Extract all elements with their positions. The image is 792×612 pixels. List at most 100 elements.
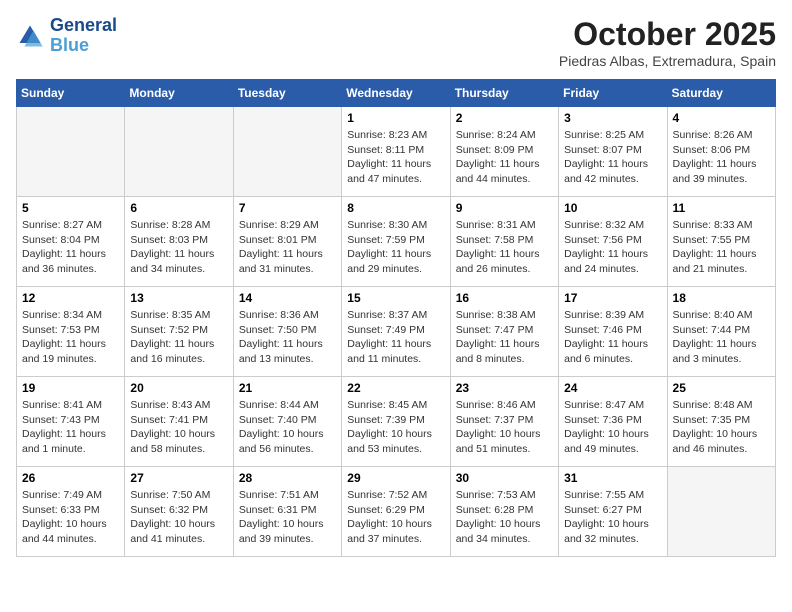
day-info: Sunrise: 8:23 AM Sunset: 8:11 PM Dayligh… (347, 128, 444, 187)
calendar-cell: 12 Sunrise: 8:34 AM Sunset: 7:53 PM Dayli… (17, 287, 125, 377)
weekday-header-wednesday: Wednesday (342, 80, 450, 107)
day-number: 11 (673, 201, 770, 215)
calendar-cell: 3 Sunrise: 8:25 AM Sunset: 8:07 PM Daylig… (559, 107, 667, 197)
calendar-cell: 5Sunrise: 8:27 AM Sunset: 8:04 PM Daylig… (17, 197, 125, 287)
week-row-1: 1 Sunrise: 8:23 AM Sunset: 8:11 PM Daylig… (17, 107, 776, 197)
calendar-table: SundayMondayTuesdayWednesdayThursdayFrid… (16, 79, 776, 557)
calendar-cell: 9 Sunrise: 8:31 AM Sunset: 7:58 PM Daylig… (450, 197, 558, 287)
day-info: Sunrise: 8:31 AM Sunset: 7:58 PM Dayligh… (456, 218, 553, 277)
day-info: Sunrise: 8:46 AM Sunset: 7:37 PM Dayligh… (456, 398, 553, 457)
logo-text: General Blue (50, 16, 117, 56)
calendar-cell: 24Sunrise: 8:47 AM Sunset: 7:36 PM Dayli… (559, 377, 667, 467)
day-number: 31 (564, 471, 661, 485)
calendar-cell: 23 Sunrise: 8:46 AM Sunset: 7:37 PM Dayli… (450, 377, 558, 467)
weekday-header-row: SundayMondayTuesdayWednesdayThursdayFrid… (17, 80, 776, 107)
day-info: Sunrise: 8:25 AM Sunset: 8:07 PM Dayligh… (564, 128, 661, 187)
day-number: 12 (22, 291, 119, 305)
calendar-cell: 26Sunrise: 7:49 AM Sunset: 6:33 PM Dayli… (17, 467, 125, 557)
weekday-header-tuesday: Tuesday (233, 80, 341, 107)
day-info: Sunrise: 8:33 AM Sunset: 7:55 PM Dayligh… (673, 218, 770, 277)
day-info: Sunrise: 7:51 AM Sunset: 6:31 PM Dayligh… (239, 488, 336, 547)
day-number: 25 (673, 381, 770, 395)
calendar-cell (667, 467, 775, 557)
calendar-cell: 30 Sunrise: 7:53 AM Sunset: 6:28 PM Dayli… (450, 467, 558, 557)
day-number: 21 (239, 381, 336, 395)
day-number: 1 (347, 111, 444, 125)
day-info: Sunrise: 8:38 AM Sunset: 7:47 PM Dayligh… (456, 308, 553, 367)
week-row-5: 26Sunrise: 7:49 AM Sunset: 6:33 PM Dayli… (17, 467, 776, 557)
calendar-cell: 31 Sunrise: 7:55 AM Sunset: 6:27 PM Dayli… (559, 467, 667, 557)
day-info: Sunrise: 7:50 AM Sunset: 6:32 PM Dayligh… (130, 488, 227, 547)
calendar-cell: 14 Sunrise: 8:36 AM Sunset: 7:50 PM Dayli… (233, 287, 341, 377)
calendar-cell: 1 Sunrise: 8:23 AM Sunset: 8:11 PM Daylig… (342, 107, 450, 197)
logo-icon (16, 22, 44, 50)
calendar-cell (17, 107, 125, 197)
day-number: 28 (239, 471, 336, 485)
day-number: 17 (564, 291, 661, 305)
day-info: Sunrise: 7:55 AM Sunset: 6:27 PM Dayligh… (564, 488, 661, 547)
title-block: October 2025 Piedras Albas, Extremadura,… (559, 16, 776, 69)
day-number: 30 (456, 471, 553, 485)
day-number: 19 (22, 381, 119, 395)
day-number: 14 (239, 291, 336, 305)
calendar-cell: 19 Sunrise: 8:41 AM Sunset: 7:43 PM Dayli… (17, 377, 125, 467)
calendar-cell: 4Sunrise: 8:26 AM Sunset: 8:06 PM Daylig… (667, 107, 775, 197)
day-number: 3 (564, 111, 661, 125)
calendar-cell: 21Sunrise: 8:44 AM Sunset: 7:40 PM Dayli… (233, 377, 341, 467)
calendar-cell: 29 Sunrise: 7:52 AM Sunset: 6:29 PM Dayli… (342, 467, 450, 557)
calendar-cell: 18 Sunrise: 8:40 AM Sunset: 7:44 PM Dayli… (667, 287, 775, 377)
day-number: 29 (347, 471, 444, 485)
calendar-cell: 7Sunrise: 8:29 AM Sunset: 8:01 PM Daylig… (233, 197, 341, 287)
day-number: 20 (130, 381, 227, 395)
day-info: Sunrise: 8:32 AM Sunset: 7:56 PM Dayligh… (564, 218, 661, 277)
day-info: Sunrise: 8:39 AM Sunset: 7:46 PM Dayligh… (564, 308, 661, 367)
page-header: General Blue October 2025 Piedras Albas,… (16, 16, 776, 69)
day-info: Sunrise: 8:35 AM Sunset: 7:52 PM Dayligh… (130, 308, 227, 367)
day-number: 27 (130, 471, 227, 485)
day-info: Sunrise: 8:40 AM Sunset: 7:44 PM Dayligh… (673, 308, 770, 367)
day-info: Sunrise: 8:48 AM Sunset: 7:35 PM Dayligh… (673, 398, 770, 457)
calendar-cell: 27 Sunrise: 7:50 AM Sunset: 6:32 PM Dayli… (125, 467, 233, 557)
day-info: Sunrise: 8:24 AM Sunset: 8:09 PM Dayligh… (456, 128, 553, 187)
day-info: Sunrise: 8:43 AM Sunset: 7:41 PM Dayligh… (130, 398, 227, 457)
day-number: 15 (347, 291, 444, 305)
day-info: Sunrise: 8:47 AM Sunset: 7:36 PM Dayligh… (564, 398, 661, 457)
day-number: 6 (130, 201, 227, 215)
calendar-cell: 10 Sunrise: 8:32 AM Sunset: 7:56 PM Dayli… (559, 197, 667, 287)
day-info: Sunrise: 8:41 AM Sunset: 7:43 PM Dayligh… (22, 398, 119, 457)
week-row-2: 5Sunrise: 8:27 AM Sunset: 8:04 PM Daylig… (17, 197, 776, 287)
weekday-header-monday: Monday (125, 80, 233, 107)
calendar-cell: 8 Sunrise: 8:30 AM Sunset: 7:59 PM Daylig… (342, 197, 450, 287)
day-info: Sunrise: 7:53 AM Sunset: 6:28 PM Dayligh… (456, 488, 553, 547)
day-number: 9 (456, 201, 553, 215)
day-info: Sunrise: 8:45 AM Sunset: 7:39 PM Dayligh… (347, 398, 444, 457)
weekday-header-saturday: Saturday (667, 80, 775, 107)
calendar-cell: 13Sunrise: 8:35 AM Sunset: 7:52 PM Dayli… (125, 287, 233, 377)
day-info: Sunrise: 8:36 AM Sunset: 7:50 PM Dayligh… (239, 308, 336, 367)
weekday-header-friday: Friday (559, 80, 667, 107)
calendar-cell: 20 Sunrise: 8:43 AM Sunset: 7:41 PM Dayli… (125, 377, 233, 467)
week-row-4: 19 Sunrise: 8:41 AM Sunset: 7:43 PM Dayli… (17, 377, 776, 467)
calendar-cell (125, 107, 233, 197)
logo: General Blue (16, 16, 117, 56)
day-number: 23 (456, 381, 553, 395)
logo-line1: General (50, 16, 117, 36)
calendar-cell (233, 107, 341, 197)
day-info: Sunrise: 8:30 AM Sunset: 7:59 PM Dayligh… (347, 218, 444, 277)
location: Piedras Albas, Extremadura, Spain (559, 53, 776, 69)
calendar-cell: 25 Sunrise: 8:48 AM Sunset: 7:35 PM Dayli… (667, 377, 775, 467)
day-info: Sunrise: 8:27 AM Sunset: 8:04 PM Dayligh… (22, 218, 119, 277)
calendar-cell: 17 Sunrise: 8:39 AM Sunset: 7:46 PM Dayli… (559, 287, 667, 377)
day-info: Sunrise: 8:37 AM Sunset: 7:49 PM Dayligh… (347, 308, 444, 367)
day-number: 2 (456, 111, 553, 125)
calendar-cell: 6Sunrise: 8:28 AM Sunset: 8:03 PM Daylig… (125, 197, 233, 287)
day-info: Sunrise: 8:34 AM Sunset: 7:53 PM Dayligh… (22, 308, 119, 367)
day-number: 10 (564, 201, 661, 215)
day-number: 8 (347, 201, 444, 215)
week-row-3: 12 Sunrise: 8:34 AM Sunset: 7:53 PM Dayli… (17, 287, 776, 377)
month-title: October 2025 (559, 16, 776, 53)
calendar-cell: 16Sunrise: 8:38 AM Sunset: 7:47 PM Dayli… (450, 287, 558, 377)
day-number: 18 (673, 291, 770, 305)
calendar-cell: 15 Sunrise: 8:37 AM Sunset: 7:49 PM Dayli… (342, 287, 450, 377)
day-info: Sunrise: 7:52 AM Sunset: 6:29 PM Dayligh… (347, 488, 444, 547)
